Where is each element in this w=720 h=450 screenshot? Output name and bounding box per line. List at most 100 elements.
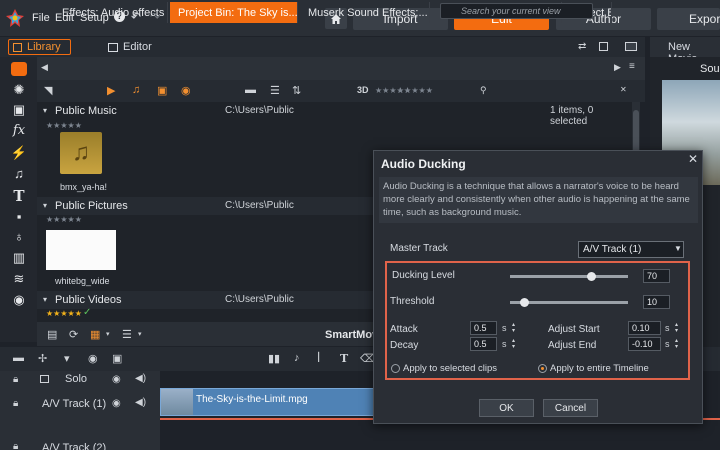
title-tool-icon[interactable]: T (340, 352, 348, 365)
dialog-title: Audio Ducking (381, 157, 466, 171)
threshold-slider-knob[interactable] (520, 298, 529, 307)
tabs-left-arrow-icon[interactable]: ◀ (41, 62, 48, 73)
master-track-select[interactable]: A/V Track (1) (578, 241, 684, 258)
audio-speaker-icon[interactable]: ◀) (135, 373, 146, 384)
ducking-level-slider[interactable] (510, 275, 628, 278)
collapse-arrow-icon[interactable]: ▾ (43, 201, 47, 210)
effects-fx-icon[interactable]: fx (10, 123, 28, 141)
picture-thumbnail[interactable] (46, 230, 116, 270)
details-view-icon[interactable]: ☰ (122, 328, 132, 341)
section-public-music[interactable]: ▾ Public Music C:\Users\Public 1 items, … (37, 102, 632, 127)
adjust-end-input[interactable]: -0.10 (628, 337, 661, 351)
mode-export-button[interactable]: Export (657, 8, 720, 30)
rating-stars[interactable]: ★★★★★ (46, 121, 82, 130)
solo-icon[interactable] (40, 374, 49, 386)
ducking-level-slider-knob[interactable] (587, 272, 596, 281)
dropdown-caret-icon[interactable]: ▾ (106, 330, 110, 338)
attack-label: Attack (390, 324, 418, 335)
attack-input[interactable]: 0.5 (470, 321, 497, 335)
apply-selected-radio[interactable] (391, 364, 400, 373)
sound-effects-icon[interactable]: ♁ (10, 229, 28, 247)
transitions-icon[interactable]: ⚡ (10, 145, 28, 163)
add-track-icon[interactable]: ✢ (38, 352, 47, 365)
refresh-icon[interactable]: ⟳ (69, 328, 78, 341)
lock-icon-track2[interactable]: 🔒︎ (13, 441, 18, 450)
track2-label[interactable]: A/V Track (2) (42, 442, 122, 450)
tag-icon[interactable]: ◥ (44, 84, 52, 97)
cancel-button[interactable]: Cancel (543, 399, 598, 417)
rating-stars-gold[interactable]: ★★★★★ (46, 309, 82, 318)
bin-tab-audio-effects[interactable]: Effects: Audio effects (54, 2, 168, 23)
disc-icon[interactable]: ◉ (10, 292, 28, 310)
music-thumbnail[interactable]: ♫ (60, 132, 102, 174)
media-icon[interactable]: ▣ (10, 102, 28, 120)
audio-levels-icon[interactable]: ▮▮ (268, 352, 280, 365)
audio-mixer-icon[interactable]: ♪ (294, 352, 300, 364)
filter-video-icon[interactable]: ▶ (107, 84, 115, 97)
apply-timeline-radio[interactable] (538, 364, 547, 373)
close-icon[interactable]: ✕ (688, 152, 698, 166)
decay-spinner-icon[interactable]: ▴ ▾ (512, 338, 515, 350)
filter-project-icon[interactable]: ◉ (181, 84, 191, 97)
menu-file[interactable]: File (32, 12, 50, 24)
bin-tab-muserk-1[interactable]: Muserk Sound Effects:... (300, 2, 430, 23)
tab-library[interactable]: Library (8, 39, 71, 55)
disc-menu-icon[interactable]: ◉ (88, 352, 98, 365)
filter-audio-icon[interactable]: ♫ (132, 84, 140, 96)
lock-icon-track1[interactable]: 🔒︎ (13, 398, 18, 409)
audio-note-icon[interactable]: ♫ (10, 166, 28, 184)
dropdown-caret-icon-2[interactable]: ▾ (138, 330, 142, 338)
maximize-icon[interactable] (625, 42, 637, 51)
view-list-icon[interactable]: ☰ (270, 84, 280, 97)
visibility-eye-icon[interactable]: ◉ (112, 374, 121, 385)
thumbnail-view-icon[interactable]: ▦ (90, 328, 100, 341)
track1-label[interactable]: A/V Track (1) (42, 398, 122, 410)
storyboard-icon[interactable]: ▣ (112, 352, 122, 365)
collapse-arrow-icon[interactable]: ▾ (43, 106, 47, 115)
rating-stars[interactable]: ★★★★★ (46, 215, 82, 224)
view-3d-toggle[interactable]: 3D (357, 85, 369, 95)
sort-icon[interactable]: ⇅ (292, 84, 301, 97)
adjust-start-input[interactable]: 0.10 (628, 321, 661, 335)
scorefitter-icon[interactable]: ≋ (10, 271, 28, 289)
timeline-menu-icon[interactable]: ▬ (13, 352, 24, 364)
visibility-eye-icon-track1[interactable]: ◉ (112, 398, 121, 409)
restore-icon[interactable] (599, 42, 608, 51)
adjust-end-unit: s (665, 339, 670, 349)
rating-filter-stars-2[interactable]: ★★★★★ (397, 86, 433, 95)
tabs-menu-icon[interactable]: ≡ (629, 61, 635, 72)
project-bin-icon[interactable] (11, 62, 27, 76)
app-logo-icon (6, 9, 24, 27)
attack-spinner-icon[interactable]: ▴ ▾ (512, 322, 515, 334)
bin-tab-project-bin[interactable]: Project Bin: The Sky is... ✕ (170, 2, 298, 23)
montage-icon[interactable]: ▪ (10, 209, 28, 227)
collections-icon[interactable]: ✺ (10, 82, 28, 100)
search-input[interactable]: Search your current view (440, 3, 593, 19)
swap-icon[interactable]: ⇄ (578, 41, 586, 52)
collapse-arrow-icon[interactable]: ▾ (43, 295, 47, 304)
adjust-end-spinner-icon[interactable]: ▴ ▾ (675, 338, 678, 350)
lock-icon[interactable]: 🔒︎ (13, 374, 18, 385)
preview-source-label[interactable]: Sou (700, 63, 720, 75)
apply-selected-label[interactable]: Apply to selected clips (403, 363, 497, 374)
editor-icon (108, 42, 118, 52)
adjust-start-spinner-icon[interactable]: ▴ ▾ (675, 322, 678, 334)
track-options-icon[interactable]: ▾ (64, 352, 70, 365)
filter-photo-icon[interactable]: ▣ (157, 84, 167, 97)
preview-tab[interactable]: New Movie.. (650, 37, 720, 65)
tab-editor[interactable]: Editor (104, 39, 156, 55)
titles-icon[interactable]: T (10, 187, 28, 205)
apply-timeline-label[interactable]: Apply to entire Timeline (550, 363, 649, 374)
bin-view-icon[interactable]: ▤ (47, 328, 57, 341)
decay-input[interactable]: 0.5 (470, 337, 497, 351)
music-bars-icon[interactable]: ▥ (10, 250, 28, 268)
clear-search-icon[interactable]: ✕ (620, 85, 627, 94)
master-track-label: Master Track (390, 243, 448, 254)
audio-speaker-icon-track1[interactable]: ◀) (135, 397, 146, 408)
razor-icon[interactable]: ꟾ (317, 352, 320, 365)
folder-icon[interactable]: ▬ (245, 84, 256, 96)
ducking-level-input[interactable]: 70 (643, 269, 670, 283)
threshold-input[interactable]: 10 (643, 295, 670, 309)
ok-button[interactable]: OK (479, 399, 534, 417)
tabs-right-arrow-icon[interactable]: ▶ (614, 62, 621, 73)
